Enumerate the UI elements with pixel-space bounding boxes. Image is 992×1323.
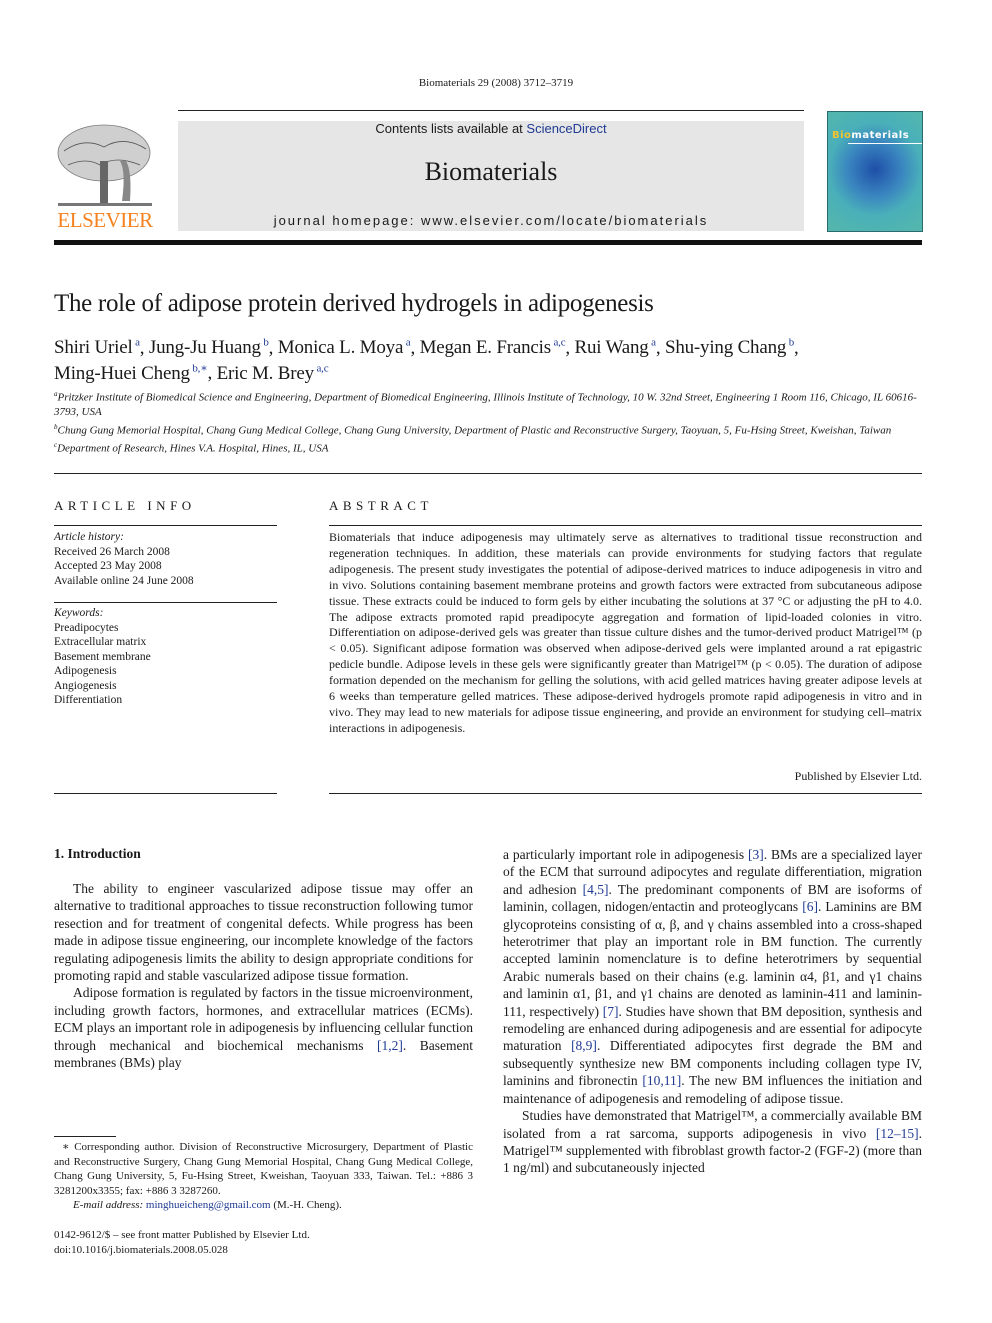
email-line: E-mail address: minghueicheng@gmail.com … bbox=[54, 1198, 473, 1213]
info-rule bbox=[54, 602, 277, 603]
abstract-text: Biomaterials that induce adipogenesis ma… bbox=[329, 530, 922, 735]
keyword: Preadipocytes bbox=[54, 621, 119, 634]
front-matter-line: 0142-9612/$ – see front matter Published… bbox=[54, 1229, 310, 1241]
email-link[interactable]: minghueicheng@gmail.com bbox=[146, 1199, 271, 1211]
email-label: E-mail address: bbox=[73, 1199, 146, 1211]
author-affiliation-marker[interactable]: a bbox=[133, 337, 140, 349]
keywords: Keywords: Preadipocytes Extracellular ma… bbox=[54, 606, 277, 708]
author[interactable]: Ming-Huei Cheng b,∗ bbox=[54, 362, 208, 383]
contents-line: Contents lists available at ScienceDirec… bbox=[178, 121, 804, 136]
keyword: Adipogenesis bbox=[54, 665, 117, 677]
history-item: Available online 24 June 2008 bbox=[54, 574, 194, 587]
affiliation: bChung Gung Memorial Hospital, Chang Gun… bbox=[54, 422, 892, 437]
body-paragraph: a particularly important role in adipoge… bbox=[503, 847, 923, 1106]
front-matter: 0142-9612/$ – see front matter Published… bbox=[54, 1228, 310, 1257]
history-item: Accepted 23 May 2008 bbox=[54, 560, 162, 572]
affiliation: cDepartment of Research, Hines V.A. Hosp… bbox=[54, 440, 329, 455]
author-affiliation-marker[interactable]: a,c bbox=[551, 337, 565, 349]
citation-link[interactable]: [10,11] bbox=[642, 1073, 681, 1088]
body-column-left: The ability to engineer vascularized adi… bbox=[54, 880, 473, 1071]
body-paragraph: The ability to engineer vascularized adi… bbox=[54, 881, 473, 984]
elsevier-tree-icon bbox=[57, 124, 152, 206]
author-affiliation-marker[interactable]: a,c bbox=[314, 362, 328, 374]
cover-title-rest: materials bbox=[851, 130, 910, 141]
header-rule bbox=[178, 110, 804, 111]
keywords-label: Keywords: bbox=[54, 607, 104, 619]
section-heading-introduction: 1. Introduction bbox=[54, 846, 141, 861]
author[interactable]: Monica L. Moya a bbox=[278, 337, 411, 358]
footnote-corresponding: ∗ Corresponding author. Division of Reco… bbox=[54, 1140, 473, 1213]
author[interactable]: Shu-ying Chang b bbox=[665, 337, 794, 358]
keyword: Angiogenesis bbox=[54, 679, 117, 692]
body-column-right: a particularly important role in adipoge… bbox=[503, 846, 922, 1177]
author[interactable]: Jung-Ju Huang b bbox=[149, 337, 269, 358]
published-by: Published by Elsevier Ltd. bbox=[794, 769, 922, 783]
author-affiliation-marker[interactable]: b bbox=[786, 337, 795, 349]
author-affiliation-marker[interactable]: b,∗ bbox=[190, 362, 207, 374]
affiliations: aPritzker Institute of Biomedical Scienc… bbox=[54, 387, 922, 456]
email-suffix: (M.-H. Cheng). bbox=[270, 1199, 342, 1211]
header-thick-rule bbox=[54, 240, 922, 245]
elsevier-wordmark: ELSEVIER bbox=[57, 208, 153, 232]
running-head: Biomaterials 29 (2008) 3712–3719 bbox=[418, 77, 574, 89]
body-paragraph: Studies have demonstrated that Matrigel™… bbox=[503, 1108, 922, 1176]
article-history: Article history: Received 26 March 2008 … bbox=[54, 530, 277, 588]
journal-title: Biomaterials bbox=[424, 157, 558, 186]
article-info-heading: ARTICLE INFO bbox=[54, 498, 196, 513]
citation-link[interactable]: [8,9] bbox=[571, 1038, 597, 1053]
author[interactable]: Rui Wang a bbox=[575, 337, 657, 358]
author-list: Shiri Uriel a, Jung-Ju Huang b, Monica L… bbox=[54, 337, 799, 384]
affiliation-marker: b bbox=[54, 422, 58, 431]
citation-link[interactable]: [4,5] bbox=[583, 882, 609, 897]
author[interactable]: Megan E. Francis a,c bbox=[420, 337, 566, 358]
citation-link[interactable]: [12–15] bbox=[876, 1126, 919, 1141]
citation-link[interactable]: [1,2] bbox=[377, 1038, 403, 1053]
corresponding-author-note: ∗ Corresponding author. Division of Reco… bbox=[54, 1141, 473, 1197]
keyword: Basement membrane bbox=[54, 650, 151, 663]
article-title: The role of adipose protein derived hydr… bbox=[54, 290, 654, 317]
cover-title-highlight: Bio bbox=[832, 130, 852, 141]
info-rule bbox=[54, 525, 277, 526]
keyword: Extracellular matrix bbox=[54, 636, 147, 648]
affiliation-marker: a bbox=[54, 390, 58, 398]
contents-prefix: Contents lists available at bbox=[375, 121, 527, 136]
doi[interactable]: doi:10.1016/j.biomaterials.2008.05.028 bbox=[54, 1243, 310, 1258]
author-affiliation-marker[interactable]: a bbox=[649, 337, 656, 349]
history-label: Article history: bbox=[54, 531, 124, 543]
author[interactable]: Eric M. Brey a,c bbox=[217, 362, 329, 383]
author-affiliation-marker[interactable]: b bbox=[261, 337, 269, 349]
abstract-rule bbox=[329, 793, 922, 794]
author-affiliation-marker[interactable]: a bbox=[403, 337, 411, 349]
history-item: Received 26 March 2008 bbox=[54, 545, 170, 558]
section-rule bbox=[54, 473, 922, 474]
body-paragraph: Adipose formation is regulated by factor… bbox=[54, 985, 473, 1071]
journal-banner: Contents lists available at ScienceDirec… bbox=[178, 121, 804, 231]
abstract-heading: ABSTRACT bbox=[329, 498, 433, 513]
citation-link[interactable]: [3] bbox=[748, 847, 764, 862]
journal-cover-thumbnail[interactable]: Biomaterials bbox=[827, 111, 923, 232]
affiliation: aPritzker Institute of Biomedical Scienc… bbox=[54, 390, 917, 419]
citation-link[interactable]: [7] bbox=[603, 1004, 619, 1019]
author[interactable]: Shiri Uriel a bbox=[54, 337, 140, 358]
cover-rule bbox=[848, 143, 922, 144]
cover-title: Biomaterials bbox=[832, 130, 909, 141]
abstract-rule bbox=[329, 525, 922, 526]
elsevier-logo[interactable]: ELSEVIER bbox=[54, 121, 156, 233]
affiliation-marker: c bbox=[54, 440, 58, 449]
footnote-rule bbox=[54, 1136, 116, 1137]
citation-link[interactable]: [6] bbox=[802, 899, 818, 914]
journal-homepage-link[interactable]: journal homepage: www.elsevier.com/locat… bbox=[178, 213, 804, 228]
info-rule bbox=[54, 793, 277, 794]
keyword: Differentiation bbox=[54, 694, 123, 706]
sciencedirect-link[interactable]: ScienceDirect bbox=[526, 121, 606, 136]
